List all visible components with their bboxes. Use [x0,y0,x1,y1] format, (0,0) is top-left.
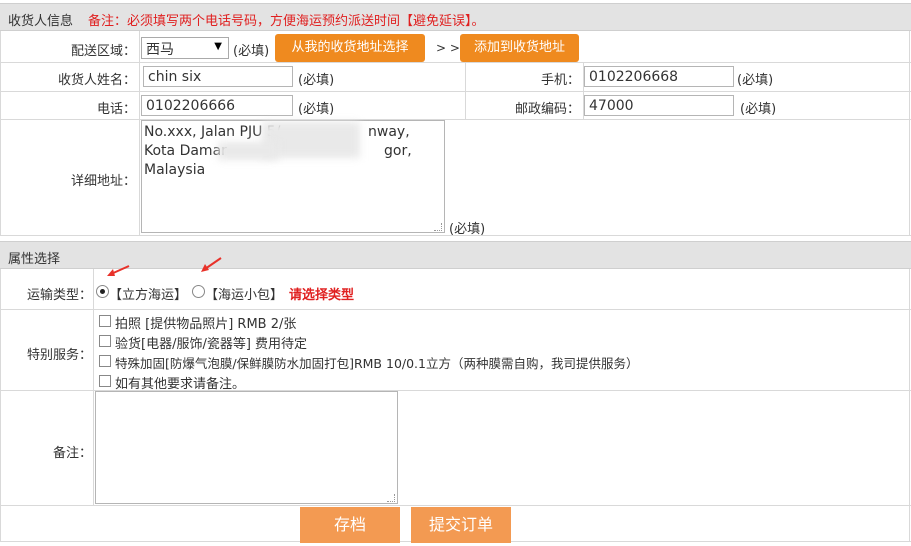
shipping-type-label: 运输类型： [26,288,92,303]
row-divider [0,119,911,120]
address-label: 详细地址： [70,174,136,189]
save-draft-button[interactable]: 存档 [300,507,400,543]
column-divider [93,269,94,506]
phone-requirement-note: 备注：必须填写两个电话号码，方便海运预约派送时间【避免延误】。 [88,14,485,29]
sea-small-parcel-radio[interactable] [192,285,205,298]
inspection-service-checkbox[interactable] [99,335,111,347]
reinforcement-service-label: 特殊加固[防爆气泡膜/保鲜膜防水加固打包]RMB 10/0.1立方（两种膜需自购… [115,356,639,371]
attributes-section-header: 属性选择 [0,241,911,269]
mobile-input[interactable] [584,66,734,87]
photo-service-checkbox[interactable] [99,315,111,327]
phone-required: (必填) [298,102,335,117]
arrow-separator: > > [436,41,460,55]
postcode-required: (必填) [740,102,777,117]
column-divider [465,62,466,119]
cubic-sea-freight-label[interactable]: 【立方海运】 [109,284,187,303]
phone-input[interactable] [141,95,293,116]
consignee-section-header: 收货人信息 备注：必须填写两个电话号码，方便海运预约派送时间【避免延误】。 [0,3,911,31]
other-requirements-label: 如有其他要求请备注。 [115,377,246,392]
delivery-area-selected: 西马 [146,42,174,58]
consignee-section-title: 收货人信息 [8,14,74,29]
postcode-input[interactable] [584,95,734,116]
other-requirements-checkbox[interactable] [99,375,111,387]
address-required: (必填) [449,222,486,237]
postcode-label: 邮政编码： [514,102,580,117]
row-divider [0,505,911,506]
mobile-required: (必填) [737,73,774,88]
consignee-name-required: (必填) [298,73,335,88]
consignee-name-label: 收货人姓名： [57,73,136,88]
row-divider [0,62,911,63]
choose-from-address-book-button[interactable]: 从我的收货地址选择 [275,34,425,62]
phone-label: 电话： [96,102,136,117]
cubic-sea-freight-radio[interactable] [96,285,109,298]
remarks-textarea[interactable] [95,391,398,504]
resize-handle-icon[interactable] [387,494,395,502]
address-line-3: Malaysia [144,162,206,178]
sea-small-parcel-label[interactable]: 【海运小包】 [205,284,283,303]
add-to-address-book-button[interactable]: 添加到收货地址 [460,34,579,62]
left-border [0,31,1,235]
delivery-area-label: 配送区域： [70,44,136,59]
mobile-label: 手机： [540,73,580,88]
column-divider [139,31,140,235]
remarks-label: 备注： [52,446,92,461]
reinforcement-service-checkbox[interactable] [99,355,111,367]
row-divider [0,91,911,92]
row-divider [0,309,911,310]
chevron-down-icon: ▼ [214,41,222,52]
select-type-warning: 请选择类型 [289,288,355,303]
delivery-area-required: (必填) [233,44,270,59]
inspection-service-label: 验货[电器/服饰/瓷器等] 费用待定 [115,337,308,352]
attributes-section-title: 属性选择 [8,252,61,267]
redacted-address-blur [218,142,278,160]
annotation-arrow-icon [201,257,222,272]
consignee-name-input[interactable] [143,66,293,87]
special-services-label: 特别服务： [26,348,92,363]
annotation-arrow-icon [107,265,130,276]
resize-handle-icon[interactable] [434,223,442,231]
photo-service-label: 拍照 [提供物品照片] RMB 2/张 [115,317,297,332]
right-border [909,31,910,235]
submit-order-button[interactable]: 提交订单 [411,507,511,543]
delivery-area-select[interactable]: 西马 ▼ [141,37,229,59]
